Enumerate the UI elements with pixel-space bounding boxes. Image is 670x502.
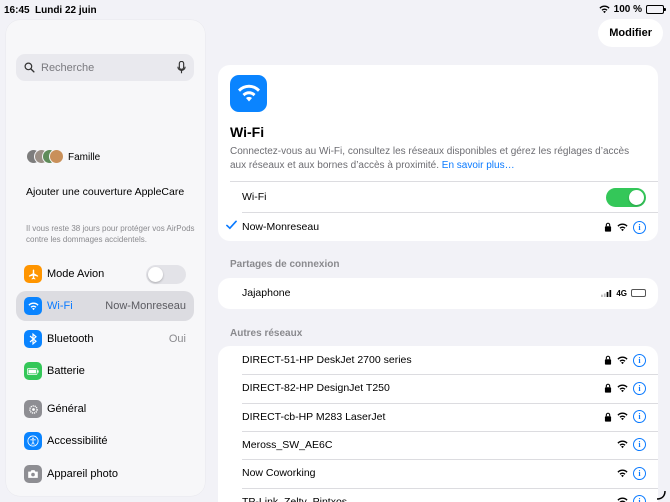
wifi-signal-icon bbox=[617, 222, 628, 231]
wifi-description: Connectez-vous au Wi-Fi, consultez les r… bbox=[230, 145, 640, 172]
battery-percent: 100 % bbox=[613, 4, 642, 15]
status-time: 16:45 bbox=[4, 5, 30, 16]
wifi-icon bbox=[24, 297, 42, 315]
sidebar-item-label: Bluetooth bbox=[47, 333, 94, 345]
applecare-title[interactable]: Ajouter une couverture AppleCare bbox=[26, 186, 186, 199]
wifi-signal-icon bbox=[617, 440, 628, 449]
network-name: DIRECT-82-HP DesignJet T250 bbox=[242, 382, 390, 395]
lock-icon bbox=[604, 384, 612, 393]
hotspot-section-title: Partages de connexion bbox=[230, 259, 340, 270]
battery-icon bbox=[631, 289, 646, 297]
network-row[interactable]: DIRECT-cb-HP M283 LaserJet i bbox=[218, 403, 658, 431]
other-networks-card: DIRECT-51-HP DeskJet 2700 series i DIRECT-… bbox=[218, 346, 658, 502]
lock-icon bbox=[604, 222, 612, 232]
search-input[interactable]: Recherche bbox=[41, 62, 177, 74]
network-row[interactable]: TP-Link_Zelty_Pintxos i bbox=[218, 488, 658, 502]
sidebar-item-label: Accessibilité bbox=[47, 435, 108, 447]
wifi-app-icon bbox=[230, 75, 267, 112]
family-label: Famille bbox=[68, 151, 101, 163]
lock-icon bbox=[604, 412, 612, 422]
network-row[interactable]: DIRECT-51-HP DeskJet 2700 series i bbox=[218, 346, 658, 374]
applecare-subtitle: Il vous reste 38 jours pour protéger vos… bbox=[26, 224, 195, 244]
hotspot-row[interactable]: Jajaphone 4G bbox=[218, 278, 658, 308]
info-icon[interactable]: i bbox=[633, 381, 646, 395]
info-icon[interactable]: i bbox=[633, 410, 646, 424]
status-bar: 16:45 Lundi 22 juin 100 % bbox=[0, 0, 670, 20]
connected-network-name: Now-Monreseau bbox=[242, 221, 320, 233]
sidebar-item-value: Oui bbox=[168, 333, 186, 345]
connected-network-row[interactable]: Now-Monreseau i bbox=[218, 212, 658, 241]
wifi-toggle-label: Wi-Fi bbox=[242, 191, 267, 203]
wifi-toggle-row: Wi-Fi bbox=[218, 182, 658, 212]
info-icon[interactable]: i bbox=[633, 495, 646, 502]
network-row[interactable]: DIRECT-82-HP DesignJet T250 i bbox=[218, 374, 658, 402]
network-row[interactable]: Now Coworking i bbox=[218, 459, 658, 487]
edit-button[interactable]: Modifier bbox=[598, 19, 663, 47]
network-name: DIRECT-51-HP DeskJet 2700 series bbox=[242, 354, 412, 366]
camera-icon bbox=[24, 465, 42, 483]
network-name: DIRECT-cb-HP M283 LaserJet bbox=[242, 410, 386, 423]
avatar bbox=[49, 149, 64, 164]
wifi-toggle[interactable] bbox=[606, 187, 646, 207]
status-right: 100 % bbox=[599, 4, 666, 15]
search-field[interactable]: Recherche bbox=[16, 54, 194, 81]
info-icon[interactable]: i bbox=[633, 220, 646, 234]
info-icon[interactable]: i bbox=[633, 466, 646, 480]
page-title: Wi-Fi bbox=[230, 124, 265, 140]
battery-icon bbox=[646, 5, 666, 14]
gear-icon bbox=[24, 400, 42, 418]
info-icon[interactable]: i bbox=[633, 353, 646, 367]
info-icon[interactable]: i bbox=[633, 438, 646, 452]
sidebar-item-camera[interactable]: Appareil photo bbox=[16, 459, 194, 489]
airplane-mode-toggle[interactable] bbox=[146, 264, 186, 284]
sidebar-item-label: Appareil photo bbox=[47, 468, 118, 480]
wifi-signal-icon bbox=[617, 497, 628, 502]
wifi-signal-icon bbox=[617, 469, 628, 477]
wifi-card: Wi-Fi Connectez-vous au Wi-Fi, consultez… bbox=[218, 65, 658, 241]
resize-handle-icon[interactable] bbox=[656, 490, 666, 500]
sidebar-item-wifi[interactable]: Wi-Fi Now-Monreseau bbox=[16, 291, 194, 321]
family-row[interactable]: Famille bbox=[26, 149, 100, 165]
sidebar-item-airplane-mode[interactable]: Mode Avion bbox=[16, 259, 194, 289]
hotspot-device-name: Jajaphone bbox=[242, 287, 291, 299]
sidebar-item-label: Wi-Fi bbox=[47, 300, 73, 312]
microphone-icon[interactable] bbox=[177, 61, 186, 74]
sidebar-item-accessibility[interactable]: Accessibilité bbox=[16, 426, 194, 456]
other-networks-section-title: Autres réseaux bbox=[230, 328, 303, 339]
network-row[interactable]: Meross_SW_AE6C i bbox=[218, 431, 658, 459]
accessibility-icon bbox=[24, 432, 42, 450]
wifi-signal-icon bbox=[617, 412, 628, 421]
sidebar-item-general[interactable]: Général bbox=[16, 394, 194, 424]
sidebar: Recherche Famille Ajouter une couverture… bbox=[6, 20, 205, 496]
sidebar-item-battery[interactable]: Batterie bbox=[16, 356, 194, 386]
family-avatars bbox=[26, 149, 64, 165]
sidebar-item-value: Now-Monreseau bbox=[105, 300, 186, 312]
network-type-badge: 4G bbox=[616, 288, 627, 298]
status-date: Lundi 22 juin bbox=[35, 5, 97, 16]
search-icon bbox=[24, 62, 35, 73]
learn-more-link[interactable]: En savoir plus… bbox=[442, 160, 515, 171]
wifi-status-icon bbox=[599, 5, 610, 14]
battery-icon bbox=[24, 362, 42, 380]
sidebar-item-label: Mode Avion bbox=[47, 268, 105, 280]
wifi-signal-icon bbox=[617, 355, 628, 364]
network-name: Meross_SW_AE6C bbox=[242, 438, 333, 451]
network-name: Now Coworking bbox=[242, 467, 316, 480]
cellular-signal-icon bbox=[601, 289, 612, 297]
sidebar-item-label: Général bbox=[47, 403, 87, 415]
wifi-description-text: Connectez-vous au Wi-Fi, consultez les r… bbox=[230, 146, 630, 171]
lock-icon bbox=[604, 355, 612, 365]
sidebar-item-label: Batterie bbox=[47, 365, 85, 377]
airplane-icon bbox=[24, 265, 42, 283]
checkmark-icon bbox=[226, 220, 237, 230]
wifi-signal-icon bbox=[617, 384, 628, 392]
sidebar-item-bluetooth[interactable]: Bluetooth Oui bbox=[16, 324, 194, 354]
bluetooth-icon bbox=[24, 330, 42, 348]
network-name: TP-Link_Zelty_Pintxos bbox=[242, 495, 348, 502]
hotspot-card: Jajaphone 4G bbox=[218, 278, 658, 309]
